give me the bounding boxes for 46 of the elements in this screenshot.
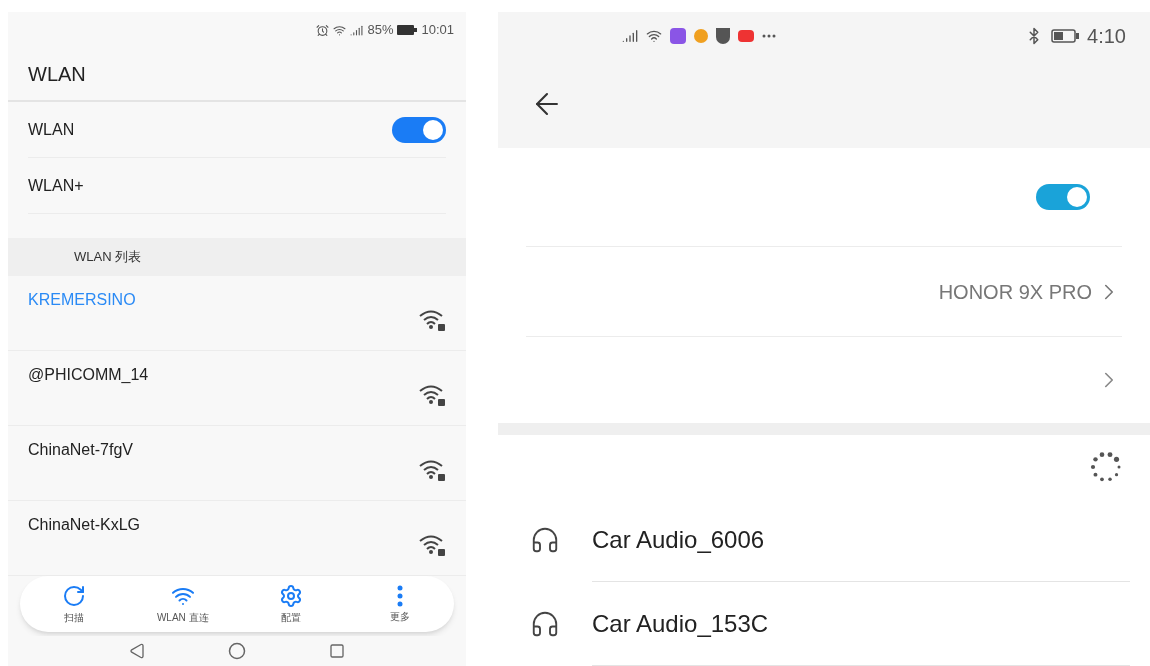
toggle-switch[interactable]: [1036, 183, 1090, 210]
device-name: Car Audio_6006: [592, 524, 765, 555]
setting-label: WLAN+: [28, 175, 84, 196]
app-icon: [670, 27, 686, 44]
settings-icon: [279, 583, 304, 608]
device-name: Car Audio_153C: [592, 608, 769, 639]
app-icon: [716, 27, 730, 44]
network-name: ChinaNet-7fgV: [28, 440, 133, 460]
network-row[interactable]: ChinaNet-7fgV: [8, 426, 466, 501]
wifi-lock-icon: [418, 533, 446, 557]
wifi-lock-icon: [418, 308, 446, 332]
toolbar-button[interactable]: WLAN 直连: [142, 583, 223, 625]
home-nav-icon[interactable]: [228, 642, 246, 660]
device-name-link[interactable]: HONOR 9X PRO: [938, 276, 1122, 307]
network-name: KREMERSINO: [28, 290, 136, 310]
signal-icon: [350, 23, 364, 37]
page-title: WLAN: [28, 62, 86, 87]
setting-label: WLAN: [28, 119, 75, 140]
more-icon: [396, 584, 403, 607]
app-icon: [694, 28, 708, 43]
device-row[interactable]: Car Audio_153C: [498, 582, 1150, 666]
recents-nav-icon[interactable]: [328, 643, 345, 659]
back-nav-icon[interactable]: [129, 643, 146, 659]
network-name: @PHICOMM_14: [28, 365, 149, 385]
device-row[interactable]: Car Audio_6006: [498, 498, 1150, 583]
signal-icon: [622, 27, 638, 44]
battery-percent: 85%: [367, 21, 394, 40]
battery-icon: [397, 25, 418, 35]
toggle-switch[interactable]: [392, 116, 446, 143]
section-header: WLAN 列表: [8, 238, 466, 276]
network-row[interactable]: @PHICOMM_14: [8, 351, 466, 426]
wifi-lock-icon: [418, 383, 446, 407]
status-time: 4:10: [1087, 23, 1126, 49]
toolbar-button[interactable]: 配置: [251, 583, 332, 625]
more-icon: [762, 33, 776, 38]
toolbar-button[interactable]: 扫描: [34, 583, 115, 625]
wifi-lock-icon: [418, 458, 446, 482]
alarm-icon: [316, 23, 330, 37]
scan-icon: [62, 583, 87, 608]
status-time: 10:01: [421, 21, 454, 40]
battery-icon: [1051, 28, 1080, 43]
app-icon: [738, 29, 754, 42]
wifi-icon: [333, 23, 347, 37]
loading-spinner-icon: [1090, 450, 1122, 483]
toolbar-button[interactable]: 更多: [359, 584, 440, 624]
network-name: ChinaNet-KxLG: [28, 515, 141, 535]
